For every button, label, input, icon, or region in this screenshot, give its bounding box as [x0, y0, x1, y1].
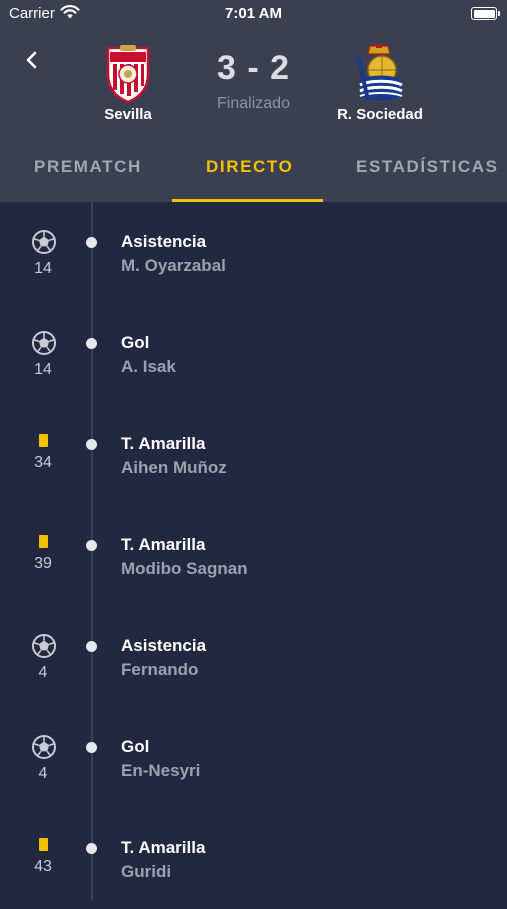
ball-icon — [32, 634, 56, 658]
away-team-crest — [352, 44, 408, 104]
event-row: 4 Asistencia Fernando — [0, 606, 507, 707]
ball-icon — [32, 230, 56, 254]
event-minute: 43 — [34, 858, 52, 875]
yellow-card-icon — [39, 535, 48, 548]
timeline-dot — [86, 439, 97, 450]
event-row: 43 T. Amarilla Guridi — [0, 808, 507, 909]
event-player: En-Nesyri — [121, 761, 201, 780]
timeline-dot — [86, 237, 97, 248]
event-type: T. Amarilla — [121, 434, 206, 453]
yellow-card-icon — [39, 434, 48, 447]
tab-prematch[interactable]: PREMATCH — [34, 157, 142, 177]
ball-icon — [32, 735, 56, 759]
ball-icon — [32, 331, 56, 355]
event-player: M. Oyarzabal — [121, 256, 226, 275]
event-type: T. Amarilla — [121, 535, 206, 554]
event-minute: 14 — [34, 361, 52, 378]
yellow-card-icon — [39, 838, 48, 851]
event-row: 4 Gol En-Nesyri — [0, 707, 507, 808]
event-row: 34 T. Amarilla Aihen Muñoz — [0, 404, 507, 505]
timeline-dot — [86, 338, 97, 349]
event-minute: 14 — [34, 260, 52, 277]
event-minute: 4 — [38, 664, 48, 681]
event-player: A. Isak — [121, 357, 176, 376]
event-type: Gol — [121, 737, 150, 756]
match-score: 3 - 2 — [216, 49, 291, 87]
event-minute: 34 — [34, 454, 52, 471]
event-row: 39 T. Amarilla Modibo Sagnan — [0, 505, 507, 606]
tab-bar: PREMATCH DIRECTO ESTADÍSTICAS — [0, 144, 507, 202]
event-minute: 39 — [34, 555, 52, 572]
event-type: T. Amarilla — [121, 838, 206, 857]
tab-estadisticas[interactable]: ESTADÍSTICAS — [356, 157, 499, 177]
event-type: Asistencia — [121, 636, 207, 655]
event-player: Modibo Sagnan — [121, 559, 248, 578]
timeline-dot — [86, 641, 97, 652]
status-bar: Carrier 7:01 AM — [0, 0, 507, 28]
match-header: Carrier 7:01 AM Sevilla 3 - 2 Finalizado… — [0, 0, 507, 202]
event-player: Aihen Muñoz — [121, 458, 227, 477]
event-player: Guridi — [121, 862, 172, 881]
tab-directo[interactable]: DIRECTO — [206, 157, 293, 177]
event-player: Fernando — [121, 660, 199, 679]
event-type: Asistencia — [121, 232, 207, 251]
timeline-dot — [86, 742, 97, 753]
event-row: 14 Asistencia M. Oyarzabal — [0, 202, 507, 303]
clock: 7:01 AM — [225, 5, 282, 22]
timeline-dot — [86, 843, 97, 854]
timeline-dot — [86, 540, 97, 551]
event-minute: 4 — [38, 765, 48, 782]
event-row: 14 Gol A. Isak — [0, 303, 507, 404]
events-timeline[interactable]: 14 Asistencia M. Oyarzabal 14 Gol A. Isa… — [0, 202, 507, 900]
battery-icon — [471, 7, 500, 20]
event-type: Gol — [121, 333, 150, 352]
away-team-name: R. Sociedad — [337, 106, 423, 123]
